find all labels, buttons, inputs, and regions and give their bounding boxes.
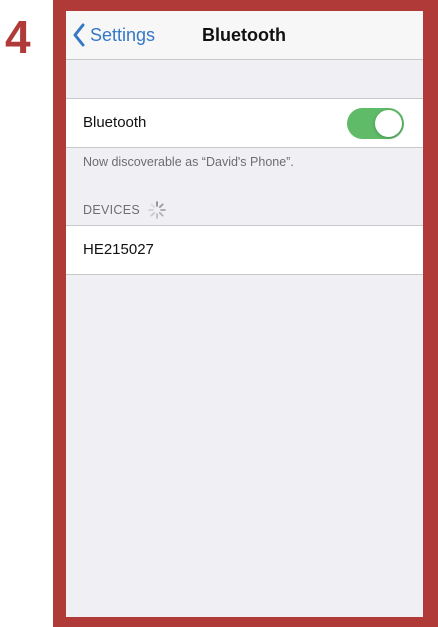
bluetooth-row-label: Bluetooth	[83, 114, 147, 131]
device-list-item[interactable]: HE215027	[83, 240, 154, 260]
discoverable-note: Now discoverable as “David's Phone”.	[83, 155, 294, 169]
bluetooth-toggle[interactable]	[347, 108, 404, 139]
step-number: 4	[5, 11, 31, 63]
page-title: Bluetooth	[202, 25, 286, 45]
devices-section-header: DEVICES	[83, 200, 167, 220]
navigation-bar: Settings Bluetooth	[66, 11, 423, 60]
tutorial-canvas: 4 Settings Bluetooth Bluetooth Now disco…	[0, 0, 438, 627]
devices-header-label: DEVICES	[83, 203, 140, 217]
spinner-icon	[148, 201, 166, 219]
bluetooth-settings-screen: Settings Bluetooth Bluetooth Now discove…	[66, 11, 423, 617]
chevron-left-icon	[73, 23, 85, 47]
devices-list: HE215027	[66, 225, 423, 275]
bluetooth-settings-group: Bluetooth	[66, 98, 423, 148]
toggle-knob	[375, 110, 402, 137]
back-button-label: Settings	[90, 25, 156, 45]
settings-back-button[interactable]: Settings	[72, 23, 155, 47]
